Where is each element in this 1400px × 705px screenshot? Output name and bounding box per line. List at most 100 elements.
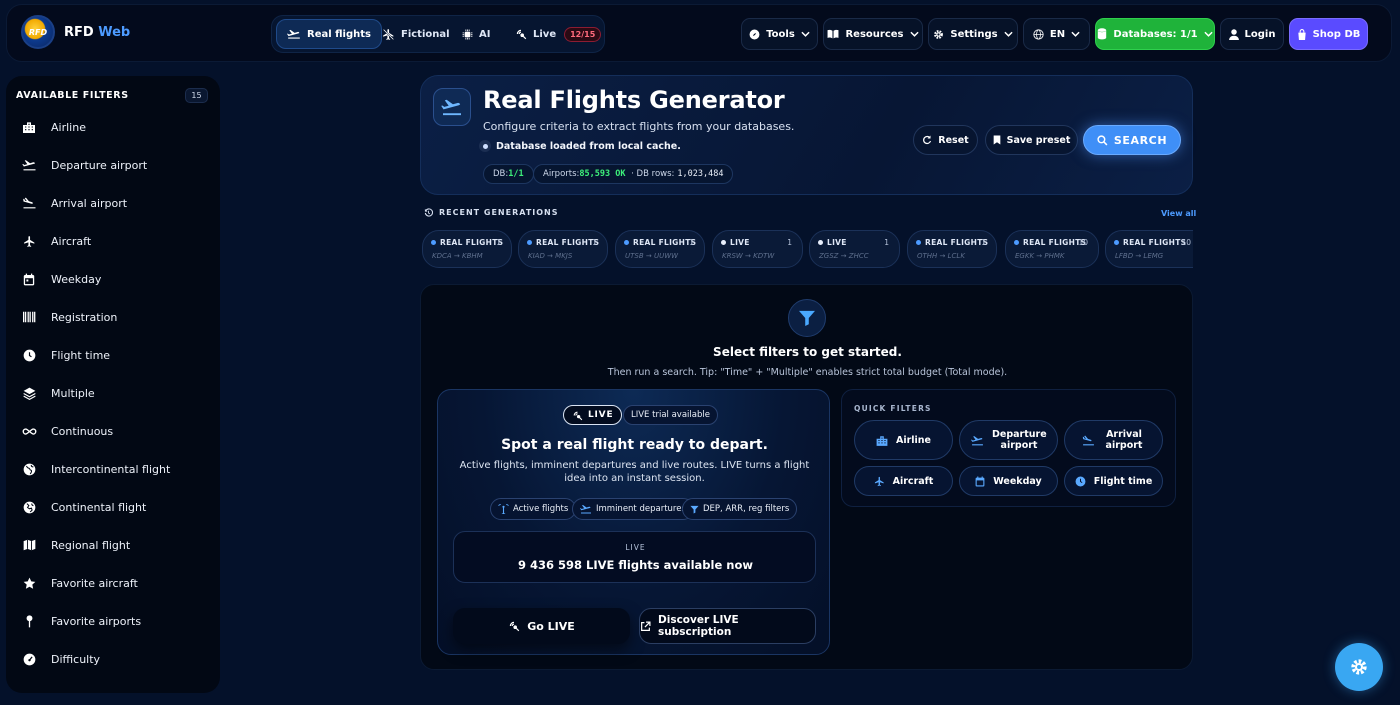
building-icon [876,435,888,446]
quick-filter-arrival-airport[interactable]: Arrival airport [1064,420,1163,460]
quick-filter-flight-time[interactable]: Flight time [1064,466,1163,496]
page-subtitle: Configure criteria to extract flights fr… [483,120,795,133]
chevron-down-icon [1204,31,1213,37]
recent-count: 1 [496,238,501,247]
recent-chip[interactable]: LIVE 1 KRSW → KDTW [712,230,803,268]
recent-generations-heading: RECENT GENERATIONS [424,208,559,217]
filter-icon [788,299,826,337]
plane-departure-icon [971,435,984,446]
save-preset-button[interactable]: Save preset [985,125,1078,155]
feature-pill-label: DEP, ARR, reg filters [703,504,790,514]
quick-filter-aircraft[interactable]: Aircraft [854,466,953,496]
quick-filter-airline[interactable]: Airline [854,420,953,460]
tools-label: Tools [766,28,795,40]
sidebar-item-airline[interactable]: Airline [20,113,210,141]
star-icon [20,574,38,592]
sidebar-item-continuous[interactable]: Continuous [20,417,210,445]
sidebar-item-favorite-airports[interactable]: Favorite airports [20,607,210,635]
recent-count: 10 [1078,238,1088,247]
recent-chip[interactable]: REAL FLIGHTS 1 KDCA → KBHM [422,230,512,268]
discover-subscription-button[interactable]: Discover LIVE subscription [639,608,816,644]
search-icon [1097,134,1108,146]
databases-menu-button[interactable]: Databases: 1/1 [1095,18,1215,50]
recent-chip[interactable]: LIVE 1 ZGSZ → ZHCC [809,230,900,268]
tools-menu-button[interactable]: Tools [741,18,818,50]
sidebar-item-favorite-aircraft[interactable]: Favorite aircraft [20,569,210,597]
sidebar-item-label: Multiple [51,386,95,400]
resources-menu-button[interactable]: Resources [823,18,923,50]
real-flights-dot-icon [624,240,629,245]
clock-icon [1075,476,1086,487]
reset-button[interactable]: Reset [913,125,978,155]
tab-ai[interactable]: AI [452,19,500,49]
search-button[interactable]: SEARCH [1083,125,1181,155]
sidebar-item-multiple[interactable]: Multiple [20,379,210,407]
airports-stat-pill: Airports: 85,593 OK · DB rows: 1,023,484 [533,164,734,184]
recent-chip[interactable]: REAL FLIGHTS 1 UTSB → UUWW [615,230,705,268]
recent-chip-type: REAL FLIGHTS [1114,238,1186,247]
feature-pill-label: Active flights [513,504,569,514]
tab-fictional[interactable]: Fictional [372,19,460,49]
sidebar-item-continental-flight[interactable]: Continental flight [20,493,210,521]
sidebar-item-label: Favorite airports [51,614,142,628]
real-flights-dot-icon [431,240,436,245]
recent-chip[interactable]: REAL FLIGHTS 1 OTHH → LCLK [907,230,997,268]
quick-filter-label: Arrival airport [1105,429,1143,451]
real-flights-dot-icon [1014,240,1019,245]
sidebar-item-weekday[interactable]: Weekday [20,265,210,293]
sidebar-item-intercontinental-flight[interactable]: Intercontinental flight [20,455,210,483]
recent-count: 1 [689,238,694,247]
tab-real-flights[interactable]: Real flights [276,19,382,49]
sidebar-item-regional-flight[interactable]: Regional flight [20,531,210,559]
plane-arrival-icon [1082,435,1095,446]
tower-icon [498,504,509,514]
sidebar-item-label: Continental flight [51,500,147,514]
go-live-button[interactable]: Go LIVE [453,608,630,644]
language-select[interactable]: EN [1023,18,1090,50]
recent-type: LIVE [730,238,750,247]
recent-count: 1 [884,238,889,247]
quick-filter-departure-airport[interactable]: Departure airport [959,420,1058,460]
top-bar: RFD RFD Web Real flights Fictional AI Li… [6,4,1392,62]
sidebar-item-registration[interactable]: Registration [20,303,210,331]
chevron-down-icon [801,31,810,37]
page-title: Real Flights Generator [483,86,785,114]
quick-filter-weekday[interactable]: Weekday [959,466,1058,496]
live-card-description: Active flights, imminent departures and … [459,460,810,484]
results-panel: Select filters to get started. Then run … [420,284,1193,670]
cache-status-text: Database loaded from local cache. [496,140,681,152]
shop-label: Shop DB [1312,28,1361,40]
compass-icon [749,29,760,40]
recent-chip[interactable]: REAL FLIGHTS 10 EGKK → PHMK [1005,230,1099,268]
shop-db-button[interactable]: Shop DB [1289,18,1368,50]
sidebar-item-flight-time[interactable]: Flight time [20,341,210,369]
sidebar-item-label: Registration [51,310,118,324]
view-all-link[interactable]: View all [1161,209,1196,218]
sidebar-item-difficulty[interactable]: Difficulty [20,645,210,673]
satellite-icon [508,620,520,632]
recent-type: REAL FLIGHTS [1023,238,1087,247]
recent-title-text: RECENT GENERATIONS [439,208,559,217]
globe-europe-icon [20,498,38,516]
settings-fab-button[interactable] [1335,643,1383,691]
status-dot-icon [479,140,491,152]
recent-chip[interactable]: REAL FLIGHTS 10 LFBD → LEMG [1105,230,1193,268]
recent-chip[interactable]: REAL FLIGHTS 1 KIAD → MKJS [518,230,608,268]
live-stat-label: LIVE [625,543,646,552]
plane-icon [287,28,301,40]
quick-filter-label: Flight time [1093,475,1153,487]
settings-menu-button[interactable]: Settings [928,18,1018,50]
resources-label: Resources [845,28,904,40]
sidebar-item-aircraft[interactable]: Aircraft [20,227,210,255]
sidebar-item-label: Aircraft [51,234,92,248]
tab-live[interactable]: Live 12/15 [505,19,611,49]
sidebar-item-arrival-airport[interactable]: Arrival airport [20,189,210,217]
brand-name[interactable]: RFD Web [64,25,130,40]
live-quota-badge: 12/15 [564,26,602,42]
app-logo[interactable]: RFD [21,15,55,49]
sidebar-item-departure-airport[interactable]: Departure airport [20,151,210,179]
login-button[interactable]: Login [1220,18,1284,50]
databases-label: Databases: 1/1 [1113,28,1198,40]
calendar-icon [20,270,38,288]
recent-type: REAL FLIGHTS [440,238,504,247]
